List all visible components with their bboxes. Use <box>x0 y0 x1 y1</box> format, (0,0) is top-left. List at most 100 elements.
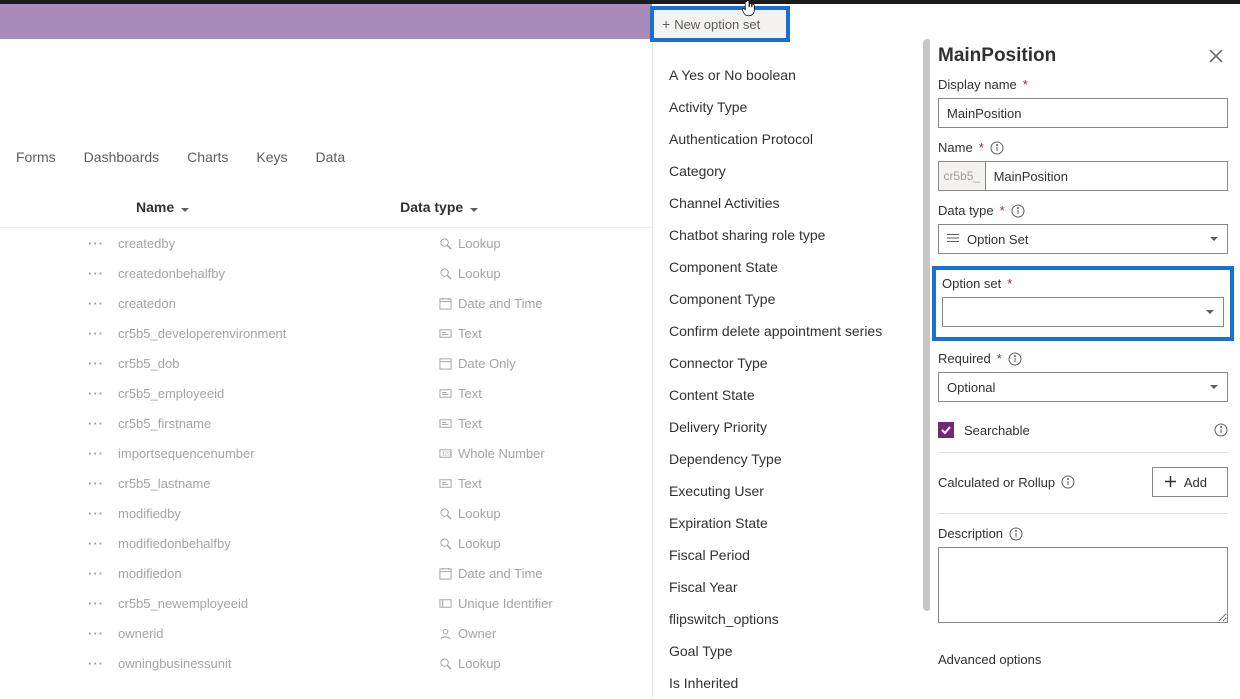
row-name: cr5b5_firstname <box>118 416 438 431</box>
table-row[interactable]: ···owneridOwner <box>0 618 652 648</box>
row-name: modifiedonbehalfby <box>118 536 438 551</box>
tab-forms[interactable]: Forms <box>16 149 56 165</box>
app-header-bar <box>0 4 1240 39</box>
column-header-name[interactable]: Name <box>136 199 190 215</box>
name-input[interactable] <box>985 161 1228 191</box>
option-set-item[interactable]: Content State <box>665 379 930 411</box>
description-textarea[interactable] <box>938 547 1228 623</box>
table-row[interactable]: ···modifiedonDate and Time <box>0 558 652 588</box>
row-datatype: 123Whole Number <box>438 446 545 461</box>
info-icon[interactable] <box>1008 352 1022 366</box>
display-name-input[interactable] <box>938 98 1228 128</box>
add-button[interactable]: Add <box>1152 467 1228 497</box>
option-set-item[interactable]: Category <box>665 155 930 187</box>
option-set-item[interactable]: Fiscal Period <box>665 539 930 571</box>
row-name: cr5b5_dob <box>118 356 438 371</box>
optionset-label: Option set* <box>942 276 1224 291</box>
plus-icon <box>1165 475 1176 490</box>
option-set-item[interactable]: Goal Type <box>665 635 930 667</box>
table-row[interactable]: ···cr5b5_developerenvironmentText <box>0 318 652 348</box>
row-datatype: Lookup <box>438 656 501 671</box>
option-set-item[interactable]: Component State <box>665 251 930 283</box>
option-set-item[interactable]: Is Inherited <box>665 667 930 699</box>
table-row[interactable]: ···createdonbehalfbyLookup <box>0 258 652 288</box>
table-row[interactable]: ···modifiedbyLookup <box>0 498 652 528</box>
row-more-icon[interactable]: ··· <box>88 506 118 521</box>
add-button-label: Add <box>1184 475 1207 490</box>
table-row[interactable]: ···createdbyLookup <box>0 228 652 258</box>
close-icon[interactable] <box>1208 48 1224 64</box>
row-more-icon[interactable]: ··· <box>88 326 118 341</box>
tab-keys[interactable]: Keys <box>256 149 287 165</box>
row-more-icon[interactable]: ··· <box>88 236 118 251</box>
tab-data[interactable]: Data <box>316 149 346 165</box>
tab-dashboards[interactable]: Dashboards <box>84 149 160 165</box>
row-name: cr5b5_employeeid <box>118 386 438 401</box>
datatype-select[interactable]: Option Set <box>938 224 1228 254</box>
table-row[interactable]: ···modifiedonbehalfbyLookup <box>0 528 652 558</box>
row-more-icon[interactable]: ··· <box>88 626 118 641</box>
lookup-icon <box>438 656 452 670</box>
option-set-item[interactable]: Authentication Protocol <box>665 123 930 155</box>
searchable-label: Searchable <box>964 423 1030 438</box>
option-set-item[interactable]: Expiration State <box>665 507 930 539</box>
option-set-item[interactable]: Delivery Priority <box>665 411 930 443</box>
option-set-item[interactable]: Chatbot sharing role type <box>665 219 930 251</box>
option-set-item[interactable]: Connector Type <box>665 347 930 379</box>
required-label: Required* <box>938 351 1228 366</box>
table-row[interactable]: ···cr5b5_employeeidText <box>0 378 652 408</box>
calculated-label: Calculated or Rollup <box>938 475 1055 490</box>
table-row[interactable]: ···importsequencenumber123Whole Number <box>0 438 652 468</box>
table-row[interactable]: ···createdonDate and Time <box>0 288 652 318</box>
row-more-icon[interactable]: ··· <box>88 416 118 431</box>
option-set-item[interactable]: Activity Type <box>665 91 930 123</box>
option-set-item[interactable]: Component Type <box>665 283 930 315</box>
searchable-checkbox[interactable] <box>938 422 954 438</box>
row-datatype: Lookup <box>438 236 501 251</box>
option-set-item[interactable]: Confirm delete appointment series <box>665 315 930 347</box>
option-set-item[interactable]: Fiscal Year <box>665 571 930 603</box>
row-name: cr5b5_newemployeeid <box>118 596 438 611</box>
row-more-icon[interactable]: ··· <box>88 566 118 581</box>
row-more-icon[interactable]: ··· <box>88 596 118 611</box>
row-more-icon[interactable]: ··· <box>88 476 118 491</box>
table-row[interactable]: ···cr5b5_lastnameText <box>0 468 652 498</box>
advanced-options-label[interactable]: Advanced options <box>938 652 1041 667</box>
new-option-set-label: New option set <box>674 17 760 32</box>
main-grid-area: Forms Dashboards Charts Keys Data Name D… <box>0 39 652 697</box>
info-icon[interactable] <box>990 141 1004 155</box>
option-set-item[interactable]: Executing User <box>665 475 930 507</box>
info-icon[interactable] <box>1061 475 1075 489</box>
table-row[interactable]: ···cr5b5_newemployeeidUnique Identifier <box>0 588 652 618</box>
option-set-item[interactable]: Channel Activities <box>665 187 930 219</box>
row-more-icon[interactable]: ··· <box>88 296 118 311</box>
table-row[interactable]: ···owningbusinessunitLookup <box>0 648 652 678</box>
tab-charts[interactable]: Charts <box>187 149 228 165</box>
row-more-icon[interactable]: ··· <box>88 356 118 371</box>
info-icon[interactable] <box>1214 423 1228 437</box>
info-icon[interactable] <box>1011 204 1025 218</box>
datetime-icon <box>438 566 452 580</box>
lookup-icon <box>438 506 452 520</box>
row-more-icon[interactable]: ··· <box>88 266 118 281</box>
column-header-datatype[interactable]: Data type <box>400 199 479 215</box>
row-more-icon[interactable]: ··· <box>88 386 118 401</box>
table-row[interactable]: ···cr5b5_dobDate Only <box>0 348 652 378</box>
row-datatype: Text <box>438 476 482 491</box>
option-set-item[interactable]: Dependency Type <box>665 443 930 475</box>
row-more-icon[interactable]: ··· <box>88 656 118 671</box>
datetime-icon <box>438 296 452 310</box>
table-row[interactable]: ···cr5b5_firstnameText <box>0 408 652 438</box>
option-set-item[interactable]: flipswitch_options <box>665 603 930 635</box>
row-name: modifiedon <box>118 566 438 581</box>
new-option-set-button[interactable]: + New option set <box>650 6 790 42</box>
row-more-icon[interactable]: ··· <box>88 536 118 551</box>
optionset-select[interactable] <box>942 297 1224 327</box>
info-icon[interactable] <box>1009 527 1023 541</box>
option-set-item[interactable]: A Yes or No boolean <box>665 59 930 91</box>
required-value: Optional <box>947 380 995 395</box>
owner-icon <box>438 626 452 640</box>
required-select[interactable]: Optional <box>938 372 1228 402</box>
field-properties-panel: MainPosition Display name* Name* cr5b5_ <box>930 39 1240 697</box>
row-more-icon[interactable]: ··· <box>88 446 118 461</box>
